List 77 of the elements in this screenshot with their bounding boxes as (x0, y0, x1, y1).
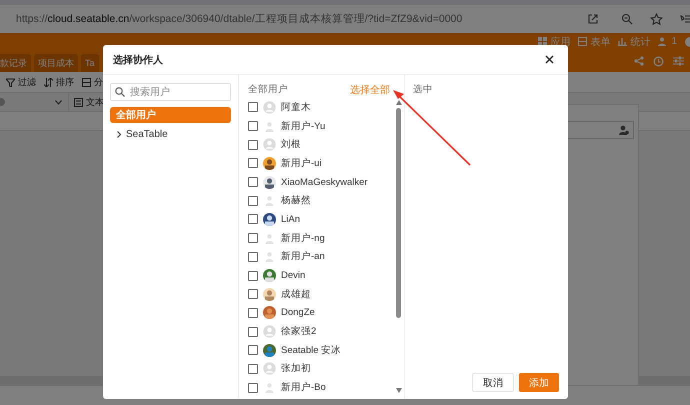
select-all-link[interactable]: 选择全部 (350, 82, 390, 96)
favorites-icon[interactable] (680, 13, 690, 25)
column-header: 文本 (86, 96, 104, 108)
group-icon (82, 78, 91, 86)
avatar-icon (263, 250, 276, 264)
user-name: 新用户-Bo (281, 381, 326, 394)
star-icon[interactable] (650, 12, 663, 26)
avatar-icon (263, 381, 276, 394)
person-icon (658, 37, 668, 46)
checkbox[interactable] (248, 177, 258, 188)
avatar-icon (263, 120, 276, 133)
user-name: 新用户-Yu (281, 120, 326, 133)
search-field[interactable]: 搜索用户 (110, 83, 231, 101)
user-name: 刘根 (281, 138, 301, 152)
search-icon (115, 87, 125, 97)
header-action[interactable]: 统计 (618, 34, 650, 48)
selected-title: 选中 (413, 83, 434, 96)
avatar-icon (263, 362, 276, 376)
user-name: 阿童木 (281, 100, 311, 114)
checkbox[interactable] (248, 158, 258, 168)
caret-icon[interactable] (55, 100, 62, 104)
form-icon (578, 37, 588, 46)
user-name: 杨赫然 (281, 194, 311, 208)
checkbox[interactable] (248, 252, 258, 262)
zoom-icon[interactable] (621, 13, 633, 25)
checkbox[interactable] (248, 308, 258, 318)
filter-icon (6, 78, 15, 86)
avatar-icon (263, 100, 276, 114)
dialog-title: 选择协作人 (113, 54, 163, 66)
bar-chart-icon (618, 37, 628, 46)
user-name: 新用户-ui (281, 156, 322, 170)
toolbar-button[interactable]: 分 (82, 76, 103, 88)
table-tab[interactable]: 项目成本 (34, 54, 78, 72)
user-name: 徐家强2 (281, 325, 316, 338)
list-title: 全部用户 (248, 83, 288, 96)
checkbox[interactable] (248, 196, 258, 206)
checkbox[interactable] (248, 121, 258, 132)
table-tab[interactable]: 款记录 (0, 54, 31, 72)
avatar-icon (263, 138, 276, 152)
group-item[interactable]: 全部用户 (110, 107, 231, 123)
user-name: LiAn (281, 214, 300, 225)
checkbox[interactable] (248, 102, 258, 112)
checkbox[interactable] (248, 326, 258, 337)
checkbox[interactable] (248, 289, 258, 300)
open-external-icon[interactable] (587, 13, 599, 25)
add-button[interactable]: 添加 (519, 373, 559, 392)
checkbox[interactable] (248, 382, 258, 393)
user-name: Devin (281, 270, 306, 282)
collaborator-icon[interactable] (619, 125, 629, 135)
text-column-icon (74, 98, 83, 106)
cancel-button[interactable]: 取消 (472, 373, 514, 392)
header-action[interactable]: 1 (658, 36, 677, 47)
toolbar-button[interactable]: 排序 (44, 76, 74, 88)
checkbox[interactable] (248, 140, 258, 150)
chevron-icon[interactable] (116, 130, 122, 138)
user-name: Seatable 安冰 (281, 344, 342, 357)
user-name: XiaoMaGeskywalker (281, 176, 368, 188)
checkbox[interactable] (248, 233, 258, 244)
address-bar[interactable]: https://cloud.seatable.cn/workspace/306940/dtable/工程项目成本核算管理/?tid=ZfZ9&vid=0000 (16, 12, 462, 26)
toolbar-button[interactable]: 过滤 (6, 76, 36, 88)
table-tab[interactable]: Ta (81, 54, 99, 72)
avatar-icon (263, 325, 276, 338)
avatar-icon (263, 232, 276, 245)
checkbox[interactable] (248, 364, 258, 374)
scroll-down-icon[interactable] (396, 388, 402, 393)
header-action[interactable]: 表单 (578, 34, 610, 48)
checkbox[interactable] (248, 270, 258, 281)
group-item[interactable]: SeaTable (110, 126, 231, 142)
user-name: 张加初 (281, 362, 311, 376)
sort-icon (44, 78, 53, 86)
user-name: 新用户-ng (281, 232, 325, 245)
checkbox[interactable] (248, 345, 258, 356)
checkbox[interactable] (248, 214, 258, 224)
avatar-icon (263, 194, 276, 208)
user-name: 成雄超 (281, 288, 311, 301)
user-name: DongZe (281, 307, 315, 318)
user-name: 新用户-an (281, 250, 325, 264)
